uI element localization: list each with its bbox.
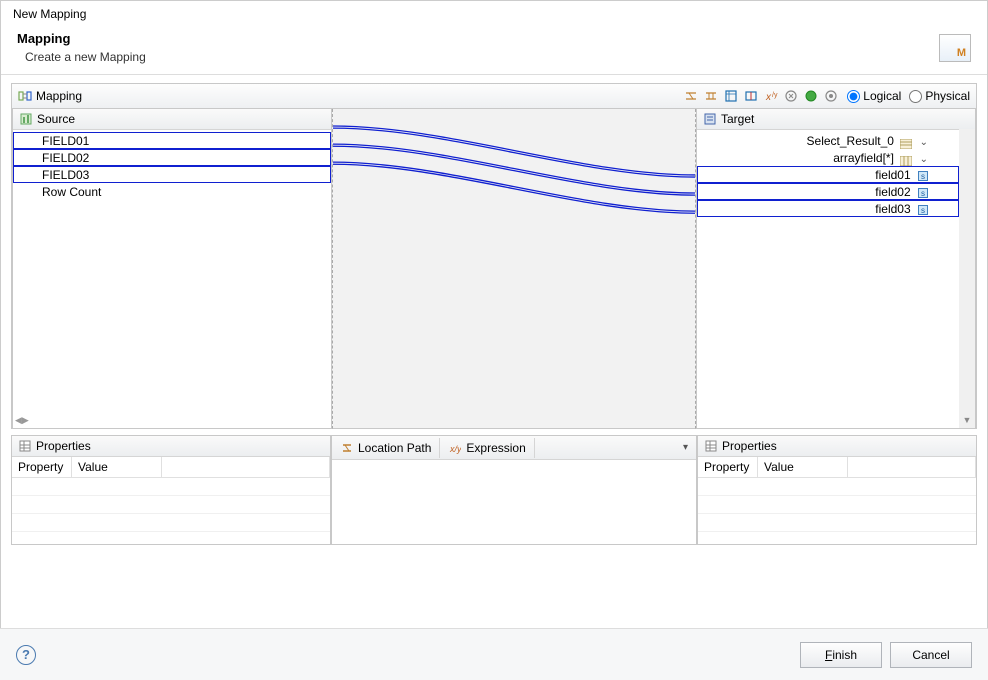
tool-icon-2[interactable] <box>703 88 719 104</box>
radio-physical-label: Physical <box>925 89 970 103</box>
table-row[interactable] <box>12 514 330 532</box>
properties-icon <box>704 439 718 453</box>
help-icon[interactable]: ? <box>16 645 36 665</box>
source-field-01[interactable]: FIELD01 <box>13 132 331 149</box>
dialog-title: New Mapping <box>1 1 987 27</box>
target-props-columns: Property Value <box>698 457 976 478</box>
page-subtitle: Create a new Mapping <box>17 50 146 64</box>
col-spacer <box>848 457 976 477</box>
tool-icon-5[interactable]: x/y <box>763 88 779 104</box>
target-field-02-label: field02 <box>875 185 910 199</box>
target-arrayfield[interactable]: arrayfield[*] ⌄ <box>697 149 959 166</box>
struct-icon <box>900 137 912 147</box>
array-struct-icon <box>900 154 912 164</box>
expression-panel: Location Path x/y Expression ▾ <box>331 435 697 545</box>
target-field-03-label: field03 <box>875 202 910 216</box>
col-value[interactable]: Value <box>72 457 162 477</box>
source-field-03[interactable]: FIELD03 <box>13 166 331 183</box>
table-row[interactable] <box>12 496 330 514</box>
target-arrayfield-label: arrayfield[*] <box>833 151 894 165</box>
tool-icon-4[interactable] <box>743 88 759 104</box>
target-field-01[interactable]: field01 s <box>697 166 959 183</box>
tool-icon-6[interactable] <box>783 88 799 104</box>
source-row-count[interactable]: Row Count <box>13 183 331 200</box>
table-row[interactable] <box>12 478 330 496</box>
string-type-icon: s <box>918 171 928 181</box>
table-row[interactable] <box>698 478 976 496</box>
target-properties-panel: Properties Property Value <box>697 435 977 545</box>
expression-icon: x/y <box>448 441 462 455</box>
source-props-body[interactable] <box>12 478 330 532</box>
svg-text:x: x <box>765 92 772 103</box>
col-property[interactable]: Property <box>698 457 758 477</box>
source-panel-label: Source <box>37 112 75 126</box>
radio-logical-input[interactable] <box>847 90 860 103</box>
page-title: Mapping <box>17 31 146 46</box>
tool-icon-1[interactable] <box>683 88 699 104</box>
tab-expression-label: Expression <box>466 441 525 455</box>
target-tree[interactable]: Select_Result_0 ⌄ arrayfield[*] ⌄ field0… <box>697 130 975 428</box>
target-properties-title: Properties <box>722 439 777 453</box>
svg-text:x/y: x/y <box>449 444 461 454</box>
mapping-canvas[interactable] <box>332 109 696 429</box>
target-select-result[interactable]: Select_Result_0 ⌄ <box>697 132 959 149</box>
target-panel: Target Select_Result_0 ⌄ arrayfield[*] ⌄… <box>696 109 976 429</box>
tab-location-label: Location Path <box>358 441 431 455</box>
target-field-03[interactable]: field03 s <box>697 200 959 217</box>
mapping-toolbar: Mapping x/y Logical Physical <box>11 83 977 109</box>
radio-physical-input[interactable] <box>909 90 922 103</box>
target-field-02[interactable]: field02 s <box>697 183 959 200</box>
svg-text:/y: /y <box>772 92 778 99</box>
tool-icon-7[interactable] <box>803 88 819 104</box>
col-spacer <box>162 457 330 477</box>
mapping-icon <box>18 89 32 103</box>
source-props-columns: Property Value <box>12 457 330 478</box>
dialog-footer: ? Finish Cancel <box>0 628 988 680</box>
expression-editor[interactable] <box>332 460 696 544</box>
target-icon <box>703 112 717 126</box>
expression-dropdown-icon[interactable]: ▾ <box>683 442 688 453</box>
location-path-icon <box>340 441 354 455</box>
string-type-icon: s <box>918 188 928 198</box>
radio-physical[interactable]: Physical <box>909 89 970 103</box>
properties-icon <box>18 439 32 453</box>
dialog-header: Mapping Create a new Mapping <box>1 27 987 75</box>
cancel-button[interactable]: Cancel <box>890 642 972 668</box>
mapping-banner-icon <box>939 34 971 62</box>
source-panel: Source FIELD01 FIELD02 FIELD03 Row Count… <box>12 109 332 429</box>
target-field-01-label: field01 <box>875 168 910 182</box>
finish-button[interactable]: Finish <box>800 642 882 668</box>
scroll-down-icon[interactable]: ▼ <box>959 412 975 428</box>
table-row[interactable] <box>698 514 976 532</box>
source-scroll-arrow-icon[interactable]: ◀▶ <box>15 415 29 426</box>
col-value[interactable]: Value <box>758 457 848 477</box>
source-tree[interactable]: FIELD01 FIELD02 FIELD03 Row Count <box>13 130 331 428</box>
source-icon <box>19 112 33 126</box>
radio-logical-label: Logical <box>863 89 901 103</box>
col-property[interactable]: Property <box>12 457 72 477</box>
target-scrollbar[interactable]: ▼ <box>959 129 975 428</box>
tab-location-path[interactable]: Location Path <box>332 438 440 458</box>
table-row[interactable] <box>698 496 976 514</box>
tool-icon-3[interactable] <box>723 88 739 104</box>
source-properties-title: Properties <box>36 439 91 453</box>
target-props-body[interactable] <box>698 478 976 532</box>
source-field-02[interactable]: FIELD02 <box>13 149 331 166</box>
radio-logical[interactable]: Logical <box>847 89 901 103</box>
mapping-section-label: Mapping <box>36 89 82 103</box>
source-properties-panel: Properties Property Value <box>11 435 331 545</box>
target-panel-label: Target <box>721 112 754 126</box>
target-select-result-label: Select_Result_0 <box>807 134 894 148</box>
string-type-icon: s <box>918 205 928 215</box>
tool-icon-8[interactable] <box>823 88 839 104</box>
tab-expression[interactable]: x/y Expression <box>440 438 534 458</box>
